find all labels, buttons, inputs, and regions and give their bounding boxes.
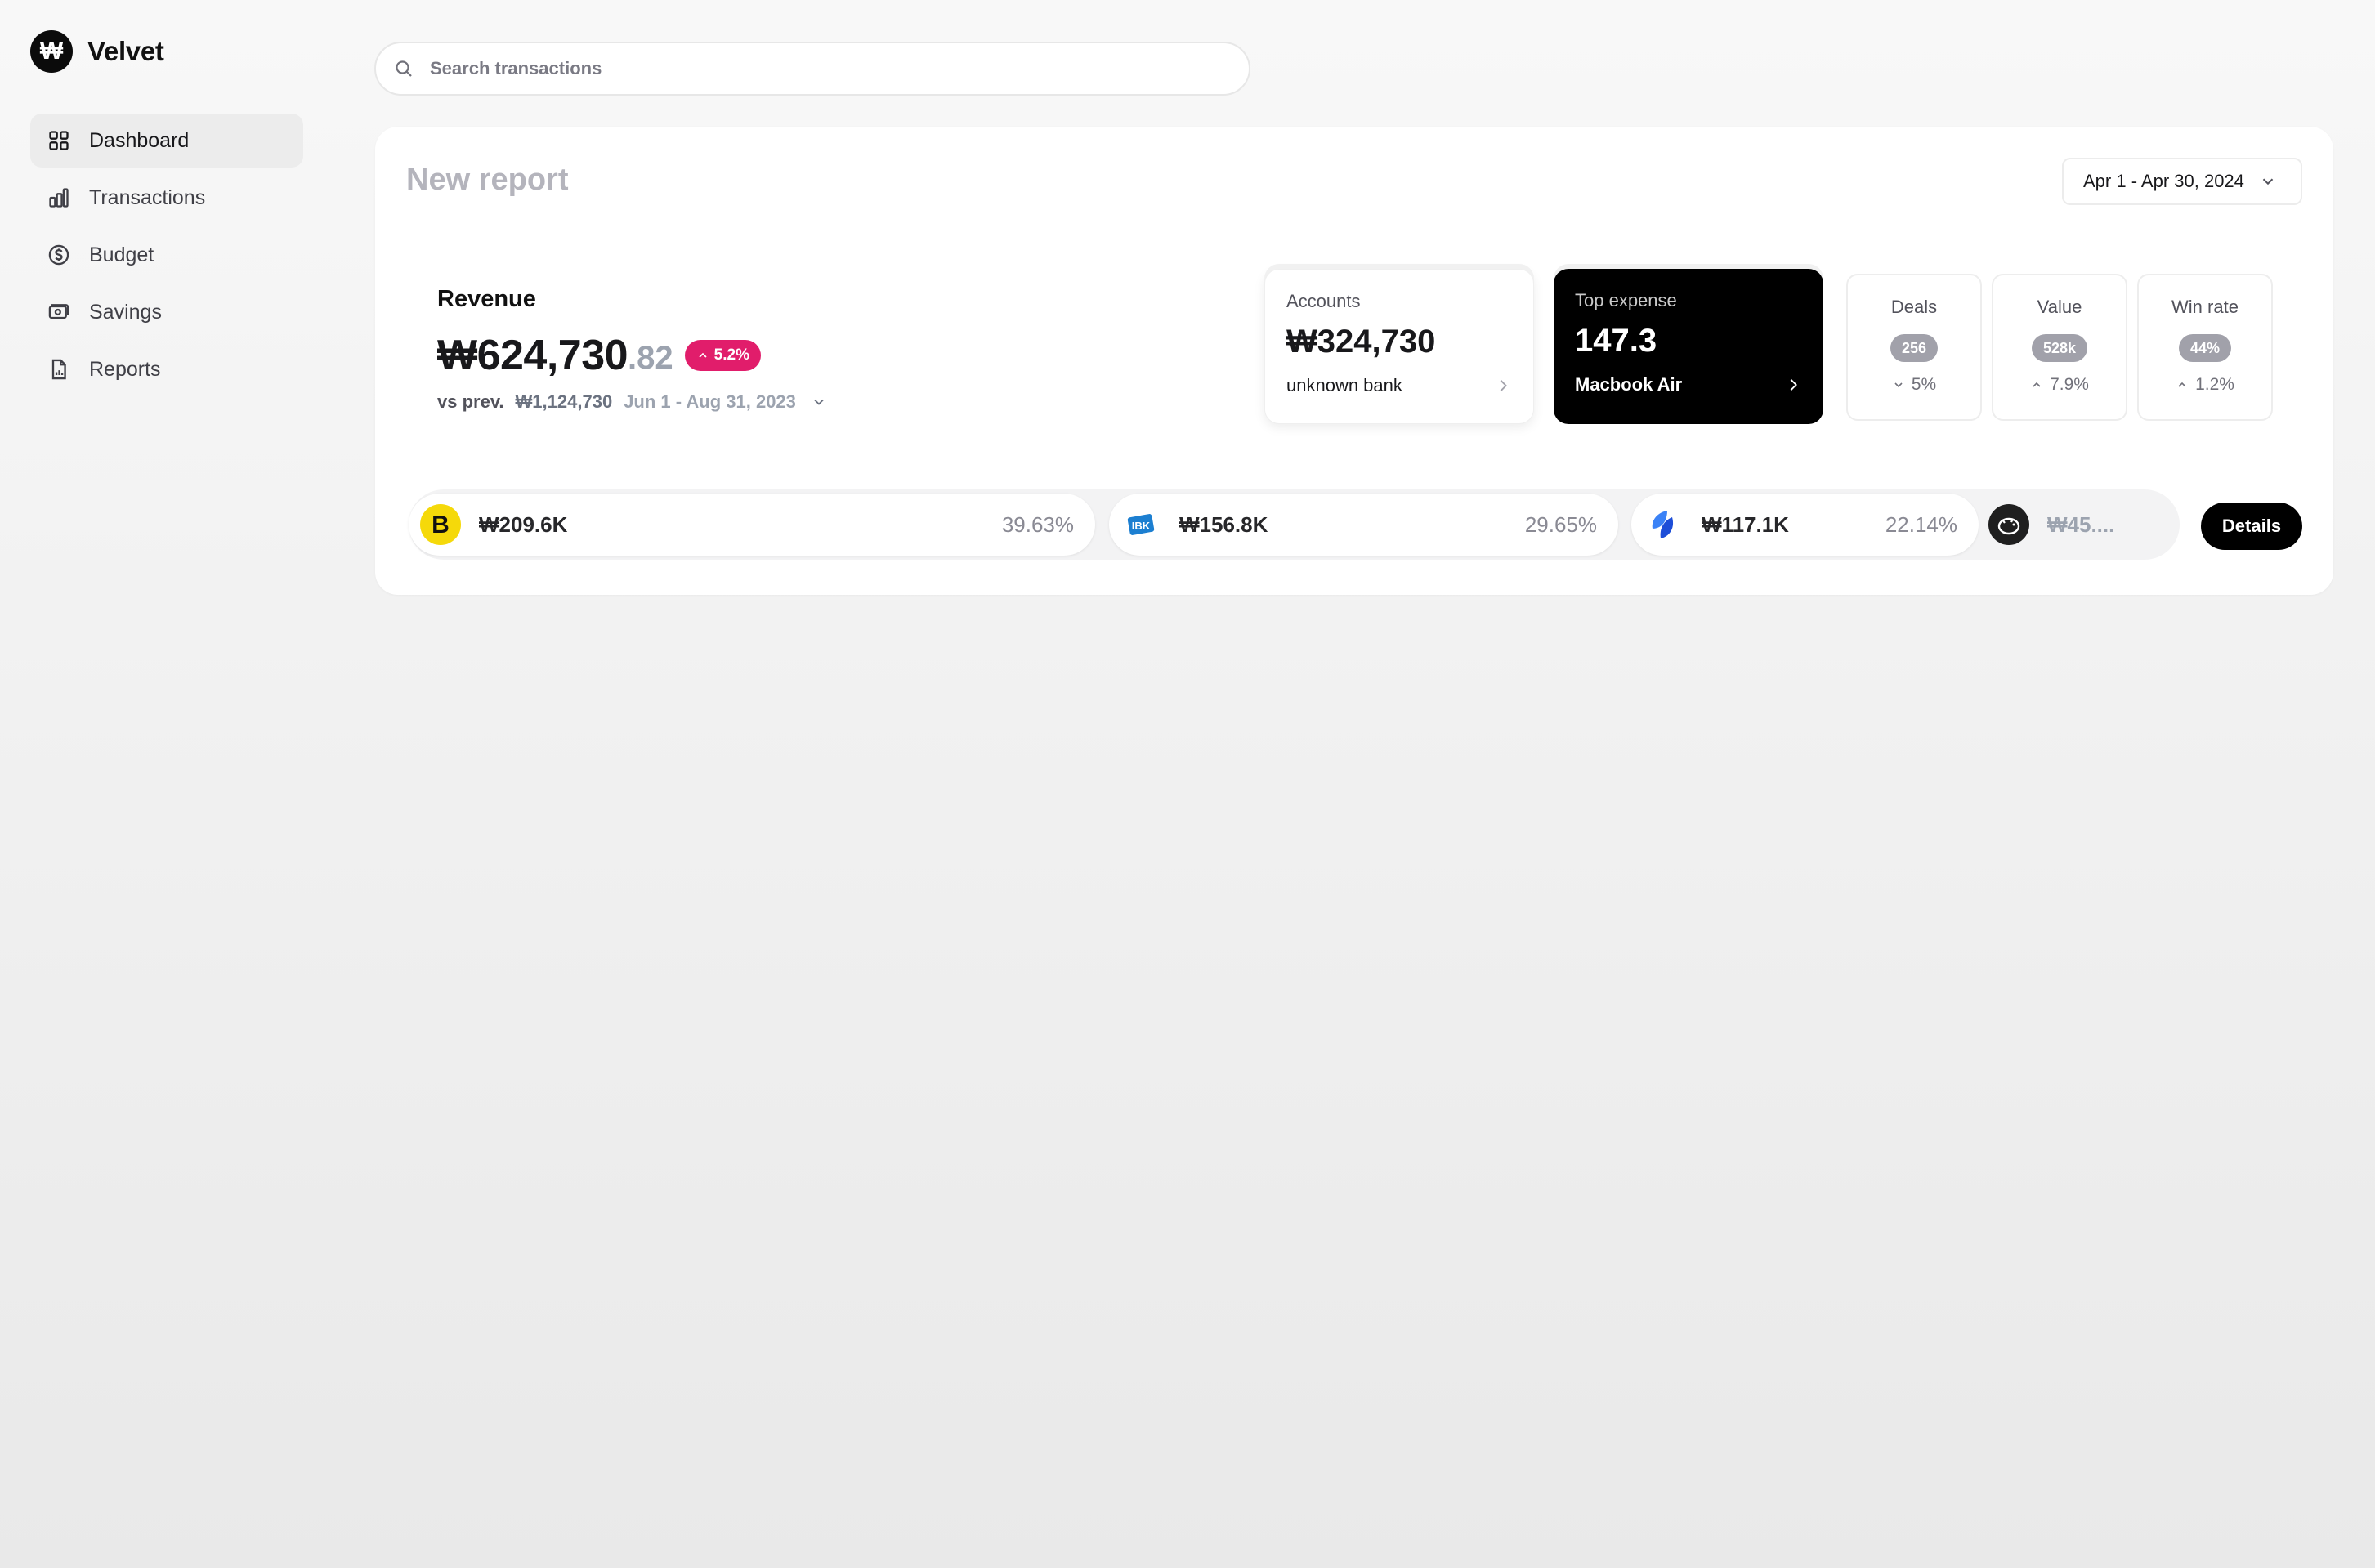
accounts-value: ₩324,730 bbox=[1286, 324, 1436, 360]
stat-value[interactable]: Value 528k 7.9% bbox=[1992, 274, 2127, 421]
source-percent: 29.65% bbox=[1524, 511, 1597, 537]
chevron-down-icon bbox=[2262, 178, 2274, 185]
accounts-card[interactable]: Accounts ₩324,730 unknown bank bbox=[1264, 269, 1534, 424]
revenue-change-badge: 5.2% bbox=[684, 340, 761, 371]
top-expense-card[interactable]: Top expense 147.3 Macbook Air bbox=[1554, 269, 1823, 424]
brand[interactable]: ₩ Velvet bbox=[30, 30, 164, 73]
search-icon bbox=[396, 60, 412, 77]
stat-change: 1.2% bbox=[2176, 375, 2234, 395]
sidebar-item-label: Reports bbox=[89, 357, 161, 381]
top-expense-value: 147.3 bbox=[1575, 323, 1657, 359]
bar-chart-icon bbox=[47, 185, 71, 210]
top-expense-item: Macbook Air bbox=[1575, 374, 1683, 395]
source-amount: ₩156.8K bbox=[1179, 511, 1268, 537]
revenue-decimals: .82 bbox=[628, 340, 673, 376]
dollar-circle-icon bbox=[47, 243, 71, 267]
piggy-bank-logo-icon bbox=[1988, 504, 2029, 545]
comparison-label: vs prev. bbox=[437, 391, 504, 412]
stat-label: Deals bbox=[1890, 297, 1938, 317]
svg-text:B: B bbox=[432, 511, 450, 538]
stat-win-rate[interactable]: Win rate 44% 1.2% bbox=[2137, 274, 2273, 421]
source-item[interactable]: IBK ₩156.8K 29.65% bbox=[1109, 494, 1618, 556]
sidebar-item-reports[interactable]: Reports bbox=[30, 342, 303, 396]
stat-label: Win rate bbox=[2171, 297, 2239, 317]
svg-text:IBK: IBK bbox=[1132, 520, 1151, 532]
stat-label: Value bbox=[2037, 297, 2082, 317]
source-item[interactable]: ₩45.... bbox=[1988, 494, 2114, 556]
date-range-picker[interactable]: Apr 1 - Apr 30, 2024 bbox=[2062, 158, 2302, 205]
won-logo-icon: ₩ bbox=[30, 30, 73, 73]
details-button[interactable]: Details bbox=[2201, 503, 2302, 550]
sidebar-item-label: Budget bbox=[89, 243, 154, 266]
accounts-bank: unknown bank bbox=[1286, 375, 1402, 395]
top-expense-label: Top expense bbox=[1575, 290, 1677, 310]
revenue-comparison[interactable]: vs prev. ₩1,124,730 Jun 1 - Aug 31, 2023 bbox=[437, 391, 827, 413]
sidebar-item-savings[interactable]: Savings bbox=[30, 285, 303, 339]
sidebar-item-budget[interactable]: Budget bbox=[30, 228, 303, 282]
previous-range: Jun 1 - Aug 31, 2023 bbox=[624, 391, 796, 412]
ibk-logo-icon: IBK bbox=[1120, 504, 1161, 545]
report-panel: New report Apr 1 - Apr 30, 2024 Revenue … bbox=[375, 127, 2333, 595]
stat-change-value: 5% bbox=[1911, 375, 1937, 394]
source-percent: 22.14% bbox=[1885, 511, 1957, 537]
stat-change-value: 1.2% bbox=[2195, 375, 2234, 394]
stat-badge: 528k bbox=[2031, 334, 2088, 362]
chevron-right-icon bbox=[1790, 378, 1797, 391]
source-amount: ₩209.6K bbox=[479, 511, 568, 537]
stat-badge: 44% bbox=[2178, 334, 2232, 362]
stat-badge: 256 bbox=[1890, 334, 1939, 362]
stat-change-value: 7.9% bbox=[2050, 375, 2089, 394]
sidebar-item-label: Dashboard bbox=[89, 128, 190, 152]
revenue-label: Revenue bbox=[437, 286, 536, 312]
sidebar-item-dashboard[interactable]: Dashboard bbox=[30, 114, 303, 168]
source-percent: 39.63% bbox=[1001, 511, 1074, 537]
search-bar[interactable] bbox=[374, 42, 1250, 96]
chevron-down-icon bbox=[1894, 382, 1903, 388]
brand-name: Velvet bbox=[87, 36, 164, 66]
sidebar-nav: Dashboard Transactions Budget Savings Re… bbox=[30, 114, 303, 400]
source-amount: ₩117.1K bbox=[1702, 511, 1789, 537]
grid-icon bbox=[47, 128, 71, 153]
wallet-icon bbox=[47, 300, 71, 324]
chevron-up-icon bbox=[2178, 382, 2186, 387]
page-title: New report bbox=[406, 163, 569, 197]
sidebar-item-transactions[interactable]: Transactions bbox=[30, 171, 303, 225]
accounts-label: Accounts bbox=[1286, 291, 1361, 311]
source-item[interactable]: ₩117.1K 22.14% bbox=[1631, 494, 1979, 556]
chevron-down-icon bbox=[814, 399, 824, 405]
source-amount: ₩45.... bbox=[2047, 511, 2115, 537]
previous-amount: ₩1,124,730 bbox=[515, 391, 613, 412]
document-chart-icon bbox=[47, 357, 71, 382]
search-input[interactable] bbox=[430, 58, 1165, 79]
source-item[interactable]: B ₩209.6K 39.63% bbox=[409, 494, 1095, 556]
b-logo-icon: B bbox=[420, 504, 461, 545]
revenue-amount: ₩624,730 bbox=[437, 332, 628, 379]
chevron-up-icon bbox=[699, 352, 707, 358]
revenue-summary: Revenue ₩624,730 .82 5.2% vs prev. ₩1,12… bbox=[437, 286, 827, 413]
revenue-change-value: 5.2% bbox=[713, 346, 749, 364]
chevron-right-icon bbox=[1500, 379, 1507, 392]
blue-wing-logo-icon bbox=[1643, 504, 1684, 545]
sidebar-item-label: Transactions bbox=[89, 185, 206, 209]
stat-change: 7.9% bbox=[2030, 375, 2089, 395]
sidebar-item-label: Savings bbox=[89, 300, 162, 324]
stat-deals[interactable]: Deals 256 5% bbox=[1846, 274, 1982, 421]
chevron-up-icon bbox=[2033, 382, 2041, 387]
date-range-label: Apr 1 - Apr 30, 2024 bbox=[2083, 171, 2244, 191]
revenue-sources-strip: B ₩209.6K 39.63% IBK ₩156.8K 29.65% ₩117… bbox=[409, 489, 2180, 560]
stat-change: 5% bbox=[1892, 375, 1936, 395]
